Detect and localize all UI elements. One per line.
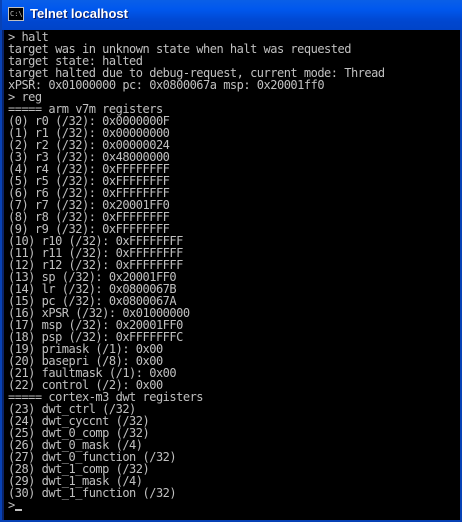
terminal-prompt-line[interactable]: >: [8, 499, 385, 511]
text-cursor: [14, 509, 22, 511]
terminal-output[interactable]: > halt target was in unknown state when h…: [4, 30, 460, 520]
console-icon[interactable]: C:\: [8, 7, 24, 21]
terminal-lines: > halt target was in unknown state when h…: [8, 31, 385, 511]
terminal-prompt: >: [8, 498, 15, 512]
window-title: Telnet localhost: [30, 6, 128, 21]
terminal-line: (30) dwt_1_function (/32): [8, 486, 177, 500]
telnet-window: C:\ Telnet localhost > halt target was in…: [0, 0, 462, 522]
terminal-line: xPSR: 0x01000000 pc: 0x0800067a msp: 0x2…: [8, 78, 325, 92]
title-bar[interactable]: C:\ Telnet localhost: [2, 0, 462, 30]
